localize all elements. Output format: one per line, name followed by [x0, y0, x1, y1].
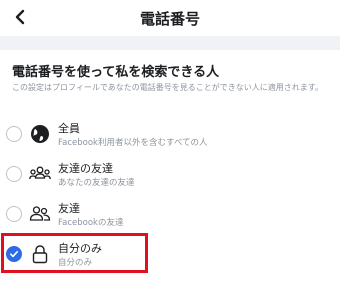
globe-icon: [29, 123, 51, 145]
option-label: 全員: [58, 122, 80, 135]
option-label: 友達: [58, 202, 80, 215]
section-description: この設定はプロフィールであなたの電話番号を見ることができない人に適用されます。: [12, 83, 323, 92]
option-label: 友達の友達: [58, 162, 113, 175]
radio-button[interactable]: [6, 206, 22, 222]
option-friends-of-friends[interactable]: 友達の友達 あなたの友達の友達: [0, 155, 340, 195]
option-sublabel: あなたの友達の友達: [58, 178, 135, 188]
option-friends[interactable]: 友達 Facebookの友達: [0, 195, 340, 235]
selection-highlight-box: [1, 233, 148, 273]
radio-button[interactable]: [6, 166, 22, 182]
top-bar: 電話番号: [0, 0, 340, 36]
friends-icon: [29, 203, 51, 225]
friends-of-friends-icon: [29, 163, 51, 185]
section-heading: 電話番号を使って私を検索できる人: [12, 65, 220, 80]
option-sublabel: Facebook利用者以外を含むすべての人: [58, 138, 208, 148]
option-everyone[interactable]: 全員 Facebook利用者以外を含むすべての人: [0, 115, 340, 155]
section-divider: [0, 36, 340, 50]
page-title: 電話番号: [139, 10, 200, 28]
radio-button[interactable]: [6, 126, 22, 142]
option-sublabel: Facebookの友達: [58, 218, 124, 228]
